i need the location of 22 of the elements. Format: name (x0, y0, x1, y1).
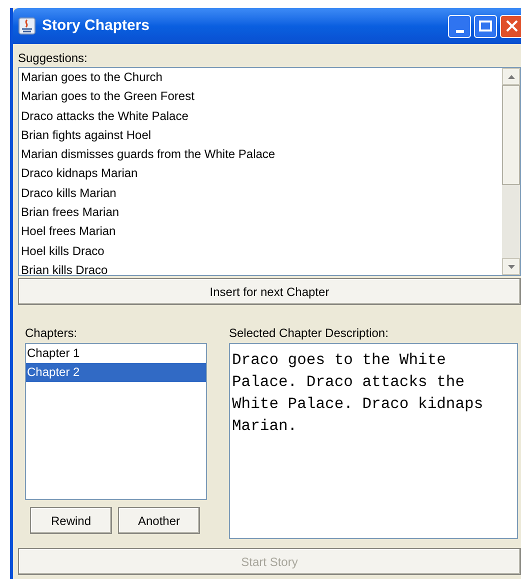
window-title: Story Chapters (42, 16, 150, 36)
insert-button[interactable]: Insert for next Chapter (18, 278, 521, 305)
list-item[interactable]: Chapter 2 (26, 363, 206, 382)
section-label: Selected Chapter Description: (229, 325, 390, 341)
list-item[interactable]: Draco attacks the White Palace (21, 106, 502, 126)
section-label: Chapters: (25, 325, 78, 341)
list-item[interactable]: Hoel kills Draco (21, 242, 502, 261)
list-item[interactable]: Marian goes to the Green Forest (21, 87, 502, 107)
list-item[interactable]: Marian dismisses guards from the White Palace (21, 145, 502, 164)
section-label: Suggestions: (18, 50, 88, 66)
description-text: Draco goes to the White Palace. Draco attacks the White Palace. Draco kidnaps Marian. (232, 350, 484, 437)
list-item[interactable]: Brian frees Marian (21, 203, 502, 222)
another-button[interactable]: Another (118, 507, 200, 534)
list-item[interactable]: Brian fights against Hoel (21, 126, 502, 146)
list-item[interactable]: Draco kills Marian (21, 184, 502, 204)
list-item[interactable]: Marian goes to the Church (21, 68, 502, 88)
list-item[interactable]: Hoel frees Marian (21, 222, 502, 242)
rewind-button[interactable]: Rewind (30, 507, 112, 534)
description-text-area[interactable]: Draco goes to the White Palace. Draco attacks the White Palace. Draco kidnaps Marian. (229, 343, 518, 539)
list-item[interactable]: Chapter 1 (26, 344, 206, 363)
list-item[interactable]: Draco kidnaps Marian (21, 164, 502, 184)
list-item[interactable]: Brian kills Draco (21, 260, 502, 275)
